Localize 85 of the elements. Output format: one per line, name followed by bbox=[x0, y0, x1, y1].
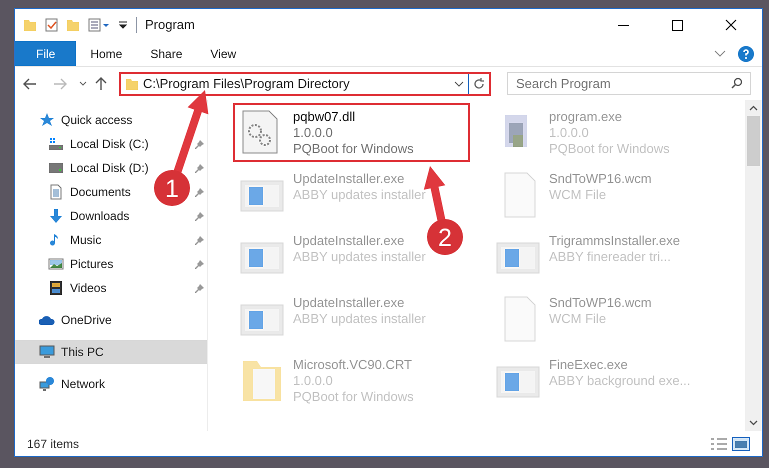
step-number: 2 bbox=[438, 224, 452, 252]
file-detail: 1.0.0.0 bbox=[293, 125, 334, 141]
file-name: SndToWP16.wcm bbox=[549, 171, 652, 187]
file-detail: ABBY updates installer bbox=[293, 187, 426, 203]
pin-icon[interactable] bbox=[195, 163, 205, 173]
file-detail: ABBY background exe... bbox=[549, 373, 690, 389]
details-view-icon[interactable] bbox=[710, 436, 728, 450]
pin-icon[interactable] bbox=[195, 211, 205, 221]
file-detail: ABBY updates installer bbox=[293, 249, 426, 265]
sidebar-item[interactable]: Quick access bbox=[61, 111, 132, 129]
maximize-icon bbox=[672, 20, 682, 30]
sidebar-item[interactable]: Local Disk (D:) bbox=[70, 159, 149, 177]
scroll-down-icon[interactable] bbox=[749, 420, 758, 426]
properties-icon[interactable] bbox=[45, 18, 58, 32]
step-badge bbox=[154, 170, 190, 206]
film-icon bbox=[48, 280, 64, 296]
highlighted-file-item[interactable]: pqbw07.dll 1.0.0.0 PQBoot for Windows bbox=[233, 103, 470, 162]
file-name: UpdateInstaller.exe bbox=[293, 233, 406, 249]
monitor-icon bbox=[39, 344, 55, 360]
ribbon-tab[interactable]: File bbox=[15, 41, 76, 66]
customize-toolbar-icon[interactable] bbox=[118, 20, 128, 30]
file-detail: WCM File bbox=[549, 311, 608, 327]
file-name: FineExec.exe bbox=[549, 357, 629, 373]
sidebar-item[interactable]: Network bbox=[61, 375, 106, 393]
file-name: Microsoft.VC90.CRT bbox=[293, 357, 413, 373]
pin-icon[interactable] bbox=[195, 139, 205, 149]
pin-icon[interactable] bbox=[195, 187, 205, 197]
sidebar-item[interactable]: Local Disk (C:) bbox=[70, 135, 149, 153]
large-icons-view-icon[interactable] bbox=[732, 436, 750, 450]
download-arrow-icon bbox=[48, 208, 64, 224]
scrollbar[interactable] bbox=[745, 100, 762, 431]
drive-icon bbox=[48, 160, 64, 176]
ribbon-tab[interactable]: Share bbox=[136, 41, 196, 66]
file-name: UpdateInstaller.exe bbox=[293, 171, 406, 187]
sidebar-item[interactable]: Videos bbox=[70, 279, 106, 297]
file-name: UpdateInstaller.exe bbox=[293, 295, 406, 311]
window-title: Program bbox=[145, 16, 195, 34]
star-icon bbox=[39, 112, 55, 128]
back-arrow-icon[interactable] bbox=[23, 78, 37, 90]
step-number: 1 bbox=[165, 175, 179, 203]
expand-ribbon-icon[interactable] bbox=[714, 50, 726, 58]
file-detail: PQBoot for Windows bbox=[549, 141, 670, 157]
up-arrow-icon[interactable] bbox=[95, 76, 107, 90]
sidebar-item[interactable]: Pictures bbox=[70, 255, 114, 273]
close-icon bbox=[725, 19, 737, 31]
search-field[interactable]: Search Program bbox=[507, 72, 751, 95]
file-detail: PQBoot for Windows bbox=[293, 389, 414, 405]
file-detail: WCM File bbox=[549, 187, 608, 203]
folder-icon bbox=[125, 76, 139, 90]
callout-arrow bbox=[424, 166, 446, 222]
file-name: SndToWP16.wcm bbox=[549, 295, 652, 311]
file-detail: 1.0.0.0 bbox=[293, 373, 334, 389]
recent-locations-icon[interactable] bbox=[79, 80, 87, 86]
pin-icon[interactable] bbox=[195, 283, 205, 293]
address-path: C:\Program Files\Program Directory bbox=[143, 74, 351, 93]
sidebar-item[interactable]: This PC bbox=[15, 340, 207, 364]
address-bar[interactable]: C:\Program Files\Program Directory bbox=[119, 72, 491, 96]
ribbon-tab[interactable]: View bbox=[196, 41, 250, 66]
scroll-up-icon[interactable] bbox=[749, 105, 758, 111]
sidebar-item[interactable]: Documents bbox=[70, 183, 131, 201]
file-detail: PQBoot for Windows bbox=[293, 141, 414, 157]
search-icon bbox=[731, 77, 743, 89]
document-icon bbox=[48, 184, 64, 200]
file-name: program.exe bbox=[549, 109, 623, 125]
network-icon bbox=[39, 376, 55, 392]
minimize-icon bbox=[618, 24, 628, 26]
file-detail: 1.0.0.0 bbox=[549, 125, 590, 141]
file-detail: ABBY finereader tri... bbox=[549, 249, 672, 265]
drive-icon bbox=[48, 136, 64, 152]
picture-icon bbox=[48, 256, 64, 272]
file-name: TrigrammsInstaller.exe bbox=[549, 233, 680, 249]
file-name: pqbw07.dll bbox=[293, 109, 356, 125]
pin-icon[interactable] bbox=[195, 235, 205, 245]
file-detail: ABBY updates installer bbox=[293, 311, 426, 327]
item-count: 167 items bbox=[27, 436, 80, 452]
ribbon-tab[interactable]: Home bbox=[76, 41, 136, 66]
sidebar-item[interactable]: Music bbox=[70, 231, 102, 249]
view-options-icon[interactable] bbox=[88, 18, 110, 32]
help-icon[interactable] bbox=[738, 46, 754, 62]
pin-icon[interactable] bbox=[195, 259, 205, 269]
sidebar-item[interactable]: Downloads bbox=[70, 207, 130, 225]
step-badge bbox=[427, 219, 463, 255]
scroll-thumb[interactable] bbox=[747, 116, 760, 166]
sidebar-item[interactable]: OneDrive bbox=[61, 311, 112, 329]
dropdown-caret-icon[interactable] bbox=[454, 80, 464, 86]
